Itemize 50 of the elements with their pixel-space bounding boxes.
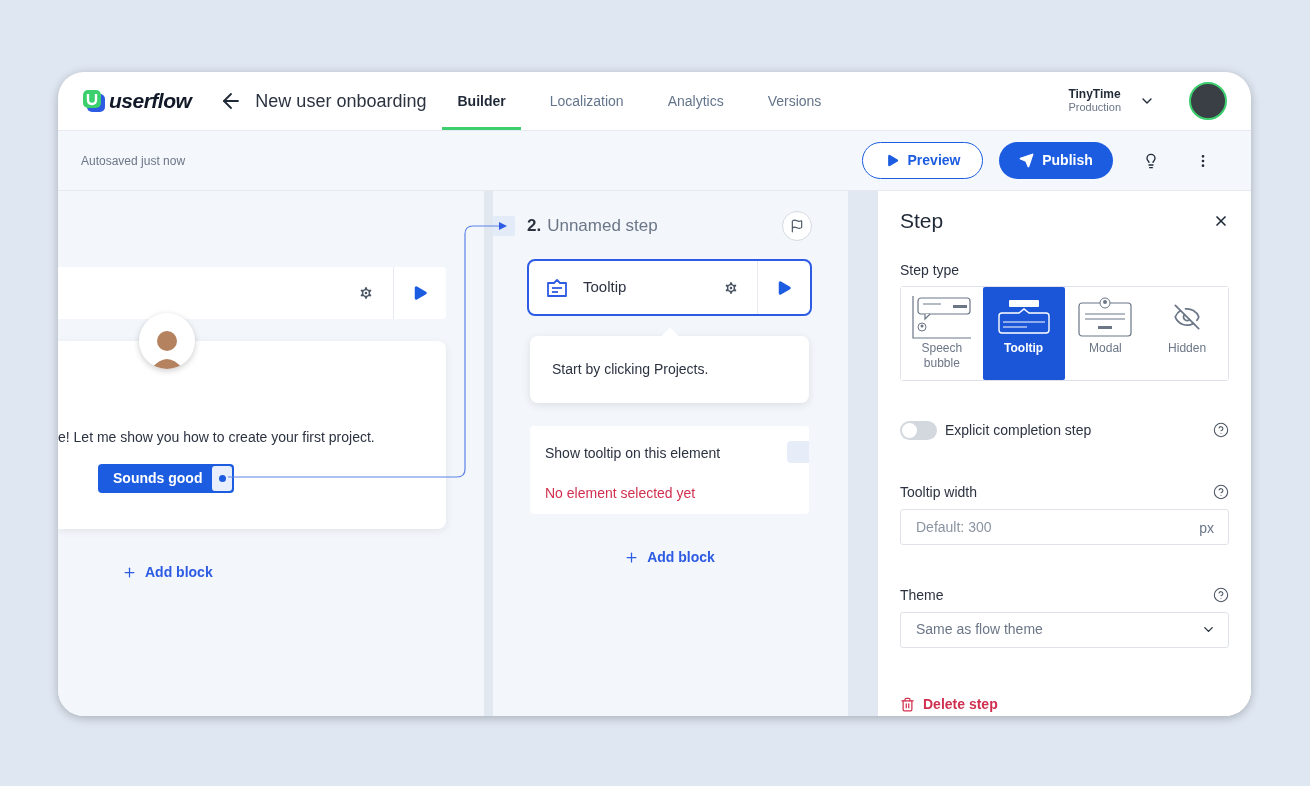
plus-icon bbox=[624, 550, 640, 565]
tooltip-type-icon bbox=[996, 297, 1051, 336]
tooltip-block[interactable]: Tooltip bbox=[527, 259, 812, 316]
step-name: Unnamed step bbox=[547, 215, 658, 238]
trash-icon bbox=[900, 696, 915, 712]
tooltip-text: Start by clicking Projects. bbox=[552, 360, 709, 379]
step-number: 2. bbox=[527, 215, 542, 238]
nav-tab[interactable]: Versions bbox=[752, 72, 837, 130]
speech-bubble-icon bbox=[910, 293, 973, 340]
gear-icon[interactable] bbox=[723, 279, 739, 296]
account-name: TinyTime bbox=[1068, 88, 1121, 101]
help-icon[interactable] bbox=[1213, 422, 1229, 438]
field-label: Step type bbox=[900, 260, 961, 280]
modal-type-icon bbox=[1078, 296, 1133, 337]
publish-button[interactable]: Publish bbox=[999, 142, 1113, 179]
flag-icon bbox=[790, 219, 804, 233]
autosave-status: Autosaved just now bbox=[81, 152, 186, 170]
nav-tab[interactable]: Analytics bbox=[652, 72, 739, 130]
block-label: Tooltip bbox=[583, 277, 627, 298]
preview-button[interactable]: Preview bbox=[862, 142, 983, 179]
toggle-switch[interactable] bbox=[900, 420, 937, 440]
target-label: Show tooltip on this element bbox=[545, 444, 721, 463]
gear-icon[interactable] bbox=[358, 285, 374, 301]
delete-step-button[interactable]: Delete step bbox=[900, 693, 998, 715]
step-type-option[interactable]: Tooltip bbox=[982, 286, 1065, 380]
message-text: e! Let me show you how to create your first project. bbox=[58, 428, 376, 447]
flag-button[interactable] bbox=[782, 211, 812, 241]
sounds-good-button[interactable]: Sounds good bbox=[98, 464, 235, 493]
account-environment: Production bbox=[1068, 101, 1121, 114]
help-icon[interactable] bbox=[1213, 587, 1229, 603]
panel-title: Step bbox=[900, 208, 944, 234]
help-icon[interactable] bbox=[1213, 484, 1229, 500]
flow-title: New user onboarding bbox=[255, 89, 427, 113]
nav-tab[interactable]: Localization bbox=[534, 72, 639, 130]
user-avatar[interactable] bbox=[1189, 82, 1227, 120]
connector-handle[interactable] bbox=[212, 466, 233, 491]
add-block-button[interactable]: Add block bbox=[122, 562, 213, 583]
paper-plane-icon bbox=[1019, 153, 1035, 168]
theme-select[interactable]: Same as flow theme bbox=[900, 611, 1229, 648]
target-error: No element selected yet bbox=[545, 484, 696, 503]
lightbulb-icon[interactable] bbox=[1143, 152, 1159, 169]
plus-icon bbox=[122, 565, 137, 580]
logo-text: userflow bbox=[109, 88, 192, 115]
field-label: Theme bbox=[900, 585, 944, 605]
field-label: Tooltip width bbox=[900, 482, 978, 502]
eye-off-icon bbox=[1173, 302, 1202, 331]
add-block-button[interactable]: Add block bbox=[624, 547, 715, 568]
toggle-label: Explicit completion step bbox=[945, 420, 1092, 440]
unit-label: px bbox=[1199, 518, 1214, 538]
logo-icon bbox=[82, 89, 106, 113]
